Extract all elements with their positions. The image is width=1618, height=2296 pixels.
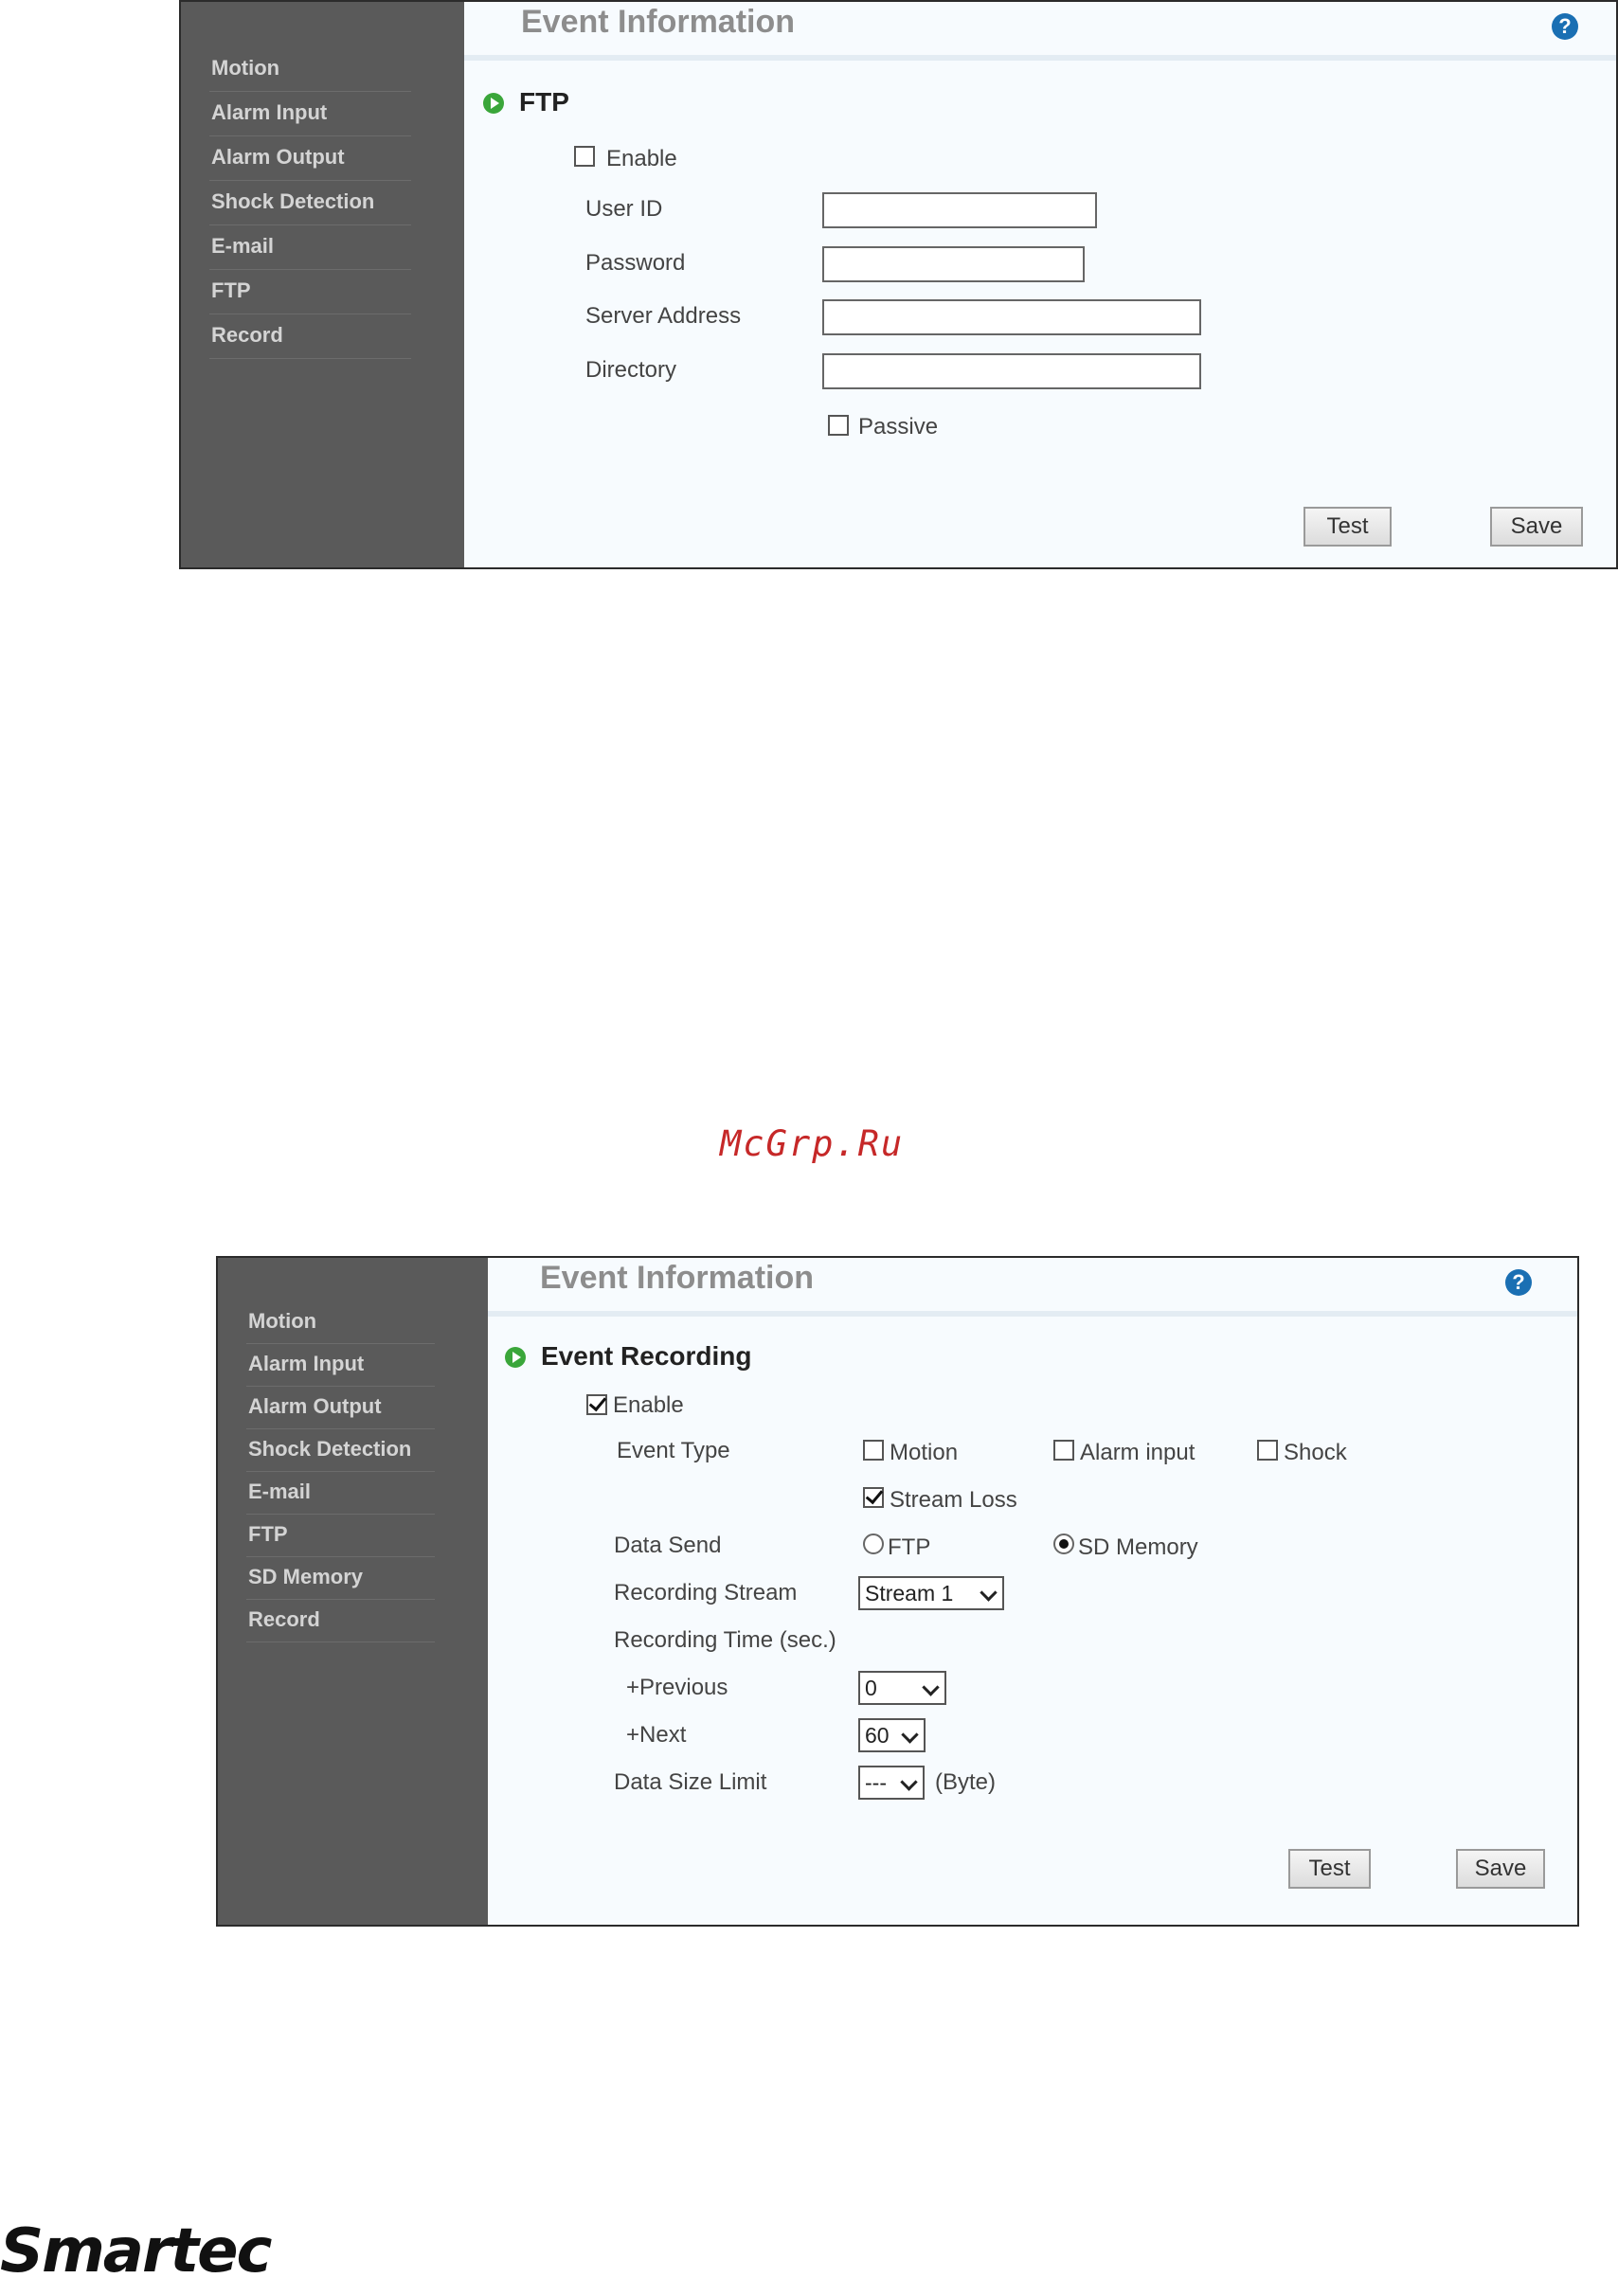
chevron-down-icon [980,1584,998,1602]
save-button[interactable]: Save [1456,1849,1545,1889]
play-arrow-icon [505,1347,526,1368]
stream-loss-label: Stream Loss [890,1487,1017,1513]
main-content: Event Information ? Event Recording Enab… [488,1258,1577,1925]
directory-field[interactable] [822,353,1201,389]
page-header: Event Information ? [464,2,1616,61]
user-id-field[interactable] [822,192,1097,228]
sidebar: Motion Alarm Input Alarm Output Shock De… [181,2,464,567]
data-size-limit-select[interactable]: --- [858,1766,925,1800]
sidebar-item-motion[interactable]: Motion [209,47,411,92]
sidebar-item-ftp[interactable]: FTP [246,1515,435,1557]
next-select[interactable]: 60 [858,1718,926,1752]
enable-label: Enable [613,1392,684,1418]
main-content: Event Information ? FTP Enable User ID P… [464,2,1616,567]
play-arrow-icon [483,93,504,114]
save-button[interactable]: Save [1490,507,1583,547]
sidebar-item-motion[interactable]: Motion [246,1301,435,1344]
sidebar: Motion Alarm Input Alarm Output Shock De… [218,1258,488,1925]
stream-loss-checkbox[interactable] [863,1487,884,1508]
passive-checkbox[interactable] [828,415,849,436]
alarm-input-label: Alarm input [1080,1440,1196,1465]
chevron-down-icon [922,1678,940,1696]
page-header: Event Information ? [488,1258,1577,1317]
enable-label: Enable [606,146,677,171]
previous-value: 0 [865,1676,877,1700]
recording-time-label: Recording Time (sec.) [614,1627,836,1653]
test-button[interactable]: Test [1303,507,1392,547]
sd-memory-radio[interactable] [1053,1534,1074,1554]
watermark-text: McGrp.Ru [720,1123,905,1164]
motion-checkbox[interactable] [863,1440,884,1461]
ftp-radio-label: FTP [888,1534,931,1560]
recording-stream-label: Recording Stream [614,1580,798,1605]
password-label: Password [585,250,686,276]
previous-label: +Previous [626,1675,728,1700]
section-title: FTP [519,87,569,117]
sd-memory-radio-label: SD Memory [1078,1534,1198,1560]
shock-checkbox[interactable] [1257,1440,1278,1461]
ftp-settings-panel: Motion Alarm Input Alarm Output Shock De… [179,0,1618,569]
server-address-field[interactable] [822,299,1201,335]
data-send-label: Data Send [614,1533,722,1558]
sidebar-item-record[interactable]: Record [209,314,411,359]
previous-select[interactable]: 0 [858,1671,946,1705]
sidebar-item-alarm-output[interactable]: Alarm Output [209,136,411,181]
ftp-radio[interactable] [863,1534,884,1554]
next-value: 60 [865,1723,890,1748]
password-field[interactable] [822,246,1085,282]
sidebar-nav: Motion Alarm Input Alarm Output Shock De… [246,1301,435,1642]
smartec-logo: Smartec [0,2216,272,2287]
motion-label: Motion [890,1440,959,1465]
help-icon[interactable]: ? [1552,13,1578,40]
sidebar-item-email[interactable]: E-mail [209,225,411,270]
event-recording-panel: Motion Alarm Input Alarm Output Shock De… [216,1256,1579,1927]
passive-label: Passive [858,414,939,439]
enable-checkbox[interactable] [586,1394,607,1415]
chevron-down-icon [901,1726,919,1744]
sidebar-item-alarm-output[interactable]: Alarm Output [246,1387,435,1429]
sidebar-item-ftp[interactable]: FTP [209,270,411,314]
sidebar-item-alarm-input[interactable]: Alarm Input [209,92,411,136]
user-id-label: User ID [585,196,663,222]
sidebar-nav: Motion Alarm Input Alarm Output Shock De… [209,47,411,359]
data-size-limit-label: Data Size Limit [614,1769,767,1795]
server-address-label: Server Address [585,303,742,329]
recording-stream-select[interactable]: Stream 1 [858,1576,1004,1610]
help-icon[interactable]: ? [1505,1269,1532,1296]
directory-label: Directory [585,357,677,383]
recording-stream-value: Stream 1 [865,1581,954,1605]
chevron-down-icon [900,1773,918,1791]
next-label: +Next [626,1722,687,1748]
sidebar-item-shock-detection[interactable]: Shock Detection [209,181,411,225]
enable-checkbox[interactable] [574,146,595,167]
page-title: Event Information [540,1260,815,1296]
data-size-unit: (Byte) [935,1769,997,1795]
sidebar-item-shock-detection[interactable]: Shock Detection [246,1429,435,1472]
alarm-input-checkbox[interactable] [1053,1440,1074,1461]
section-title: Event Recording [541,1341,752,1371]
event-type-label: Event Type [617,1438,730,1463]
data-size-limit-value: --- [865,1770,887,1795]
sidebar-item-email[interactable]: E-mail [246,1472,435,1515]
sidebar-item-record[interactable]: Record [246,1600,435,1642]
test-button[interactable]: Test [1288,1849,1371,1889]
page-title: Event Information [521,4,796,40]
shock-label: Shock [1284,1440,1347,1465]
sidebar-item-alarm-input[interactable]: Alarm Input [246,1344,435,1387]
sidebar-item-sd-memory[interactable]: SD Memory [246,1557,435,1600]
